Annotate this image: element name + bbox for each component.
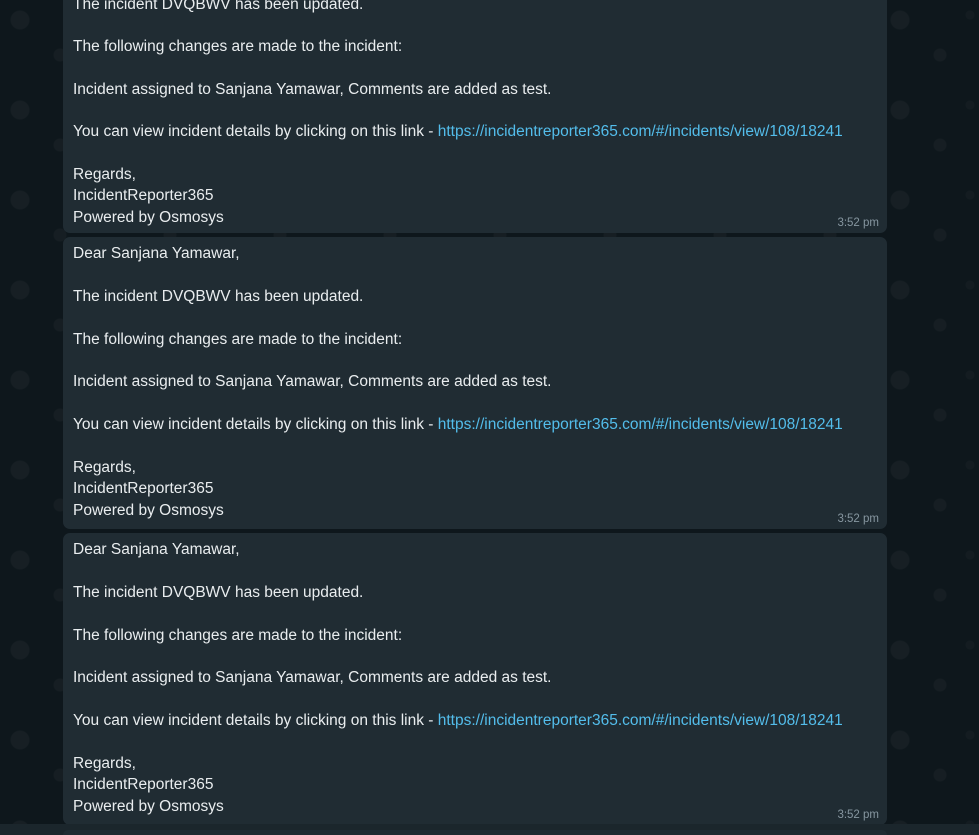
message-bubble[interactable]: Dear Sanjana Yamawar, The incident DVQBW… — [63, 533, 887, 825]
message-assigned-line: Incident assigned to Sanjana Yamawar, Co… — [73, 373, 552, 390]
message-view-prefix: You can view incident details by clickin… — [73, 712, 438, 729]
message-powered-line: Powered by Osmosys — [73, 209, 224, 226]
message-assigned-line: Incident assigned to Sanjana Yamawar, Co… — [73, 81, 552, 98]
message-regards-line: Regards, — [73, 166, 136, 183]
message-powered-line: Powered by Osmosys — [73, 502, 224, 519]
message-bubble[interactable]: The incident DVQBWV has been updated. Th… — [63, 0, 887, 233]
incident-link[interactable]: https://incidentreporter365.com/#/incide… — [438, 416, 843, 433]
message-view-line: You can view incident details by clickin… — [73, 122, 843, 142]
message-list[interactable]: The incident DVQBWV has been updated. Th… — [0, 0, 979, 835]
message-changes-line: The following changes are made to the in… — [73, 627, 403, 644]
message-updated-line: The incident DVQBWV has been updated. — [73, 288, 364, 305]
message-changes-line: The following changes are made to the in… — [73, 38, 403, 55]
message-view-prefix: You can view incident details by clickin… — [73, 416, 438, 433]
message-timestamp: 3:52 pm — [837, 217, 879, 229]
message-reporter-line: IncidentReporter365 — [73, 187, 214, 204]
message-reporter-line: IncidentReporter365 — [73, 776, 214, 793]
message-greeting-line: Dear Sanjana Yamawar, — [73, 245, 240, 262]
message-powered-line: Powered by Osmosys — [73, 798, 224, 815]
message-greeting-line: Dear Sanjana Yamawar, — [73, 541, 240, 558]
incident-link[interactable]: https://incidentreporter365.com/#/incide… — [438, 712, 843, 729]
message-regards-line: Regards, — [73, 459, 136, 476]
message-timestamp: 3:52 pm — [837, 809, 879, 821]
message-view-prefix: You can view incident details by clickin… — [73, 123, 438, 140]
message-bubble[interactable]: Dear Sanjana Yamawar, The incident DVQBW… — [63, 237, 887, 529]
message-view-line: You can view incident details by clickin… — [73, 711, 843, 731]
message-timestamp: 3:52 pm — [837, 513, 879, 525]
message-updated-line: The incident DVQBWV has been updated. — [73, 584, 364, 601]
message-assigned-line: Incident assigned to Sanjana Yamawar, Co… — [73, 669, 552, 686]
message-updated-line: The incident DVQBWV has been updated. — [73, 0, 364, 13]
message-reporter-line: IncidentReporter365 — [73, 480, 214, 497]
message-changes-line: The following changes are made to the in… — [73, 331, 403, 348]
message-view-line: You can view incident details by clickin… — [73, 415, 843, 435]
chat-wallpaper: The incident DVQBWV has been updated. Th… — [0, 0, 979, 835]
next-message-edge — [63, 830, 887, 835]
message-regards-line: Regards, — [73, 755, 136, 772]
incident-link[interactable]: https://incidentreporter365.com/#/incide… — [438, 123, 843, 140]
